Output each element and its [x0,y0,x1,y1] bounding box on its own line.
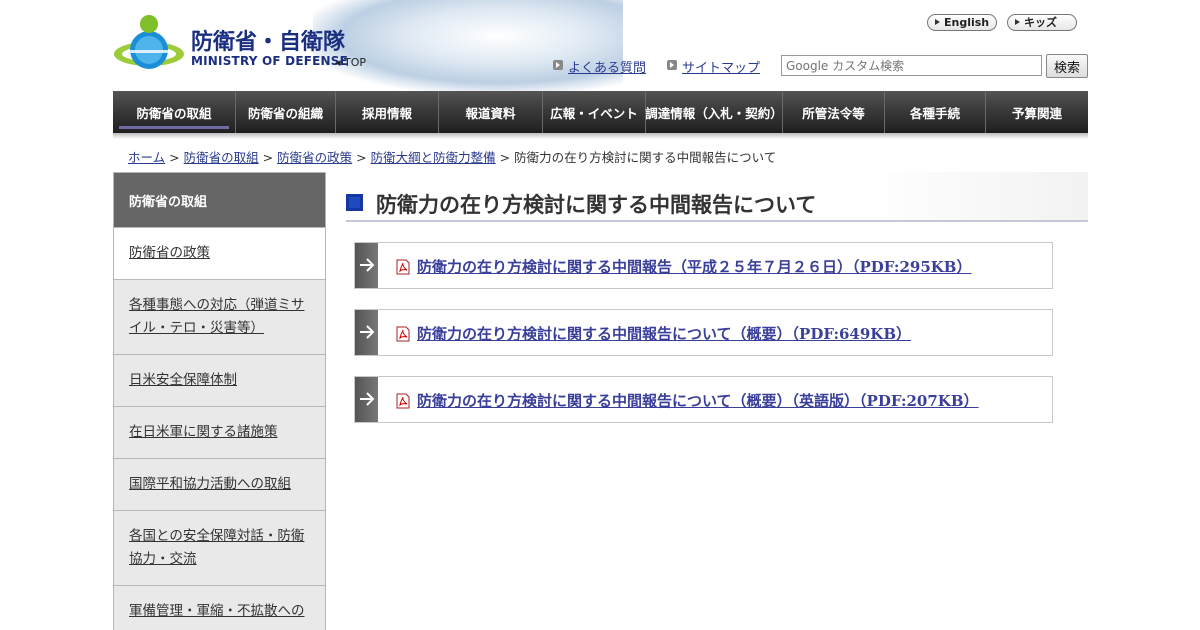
sidebar-item-policy[interactable]: 防衛省の政策 [114,227,325,279]
faq-link[interactable]: よくある質問 [553,57,646,76]
document-link[interactable]: 防衛力の在り方検討に関する中間報告について（概要）（PDF:649KB） [417,323,911,344]
sidebar: 防衛省の取組 防衛省の政策 各種事態への対応（弾道ミサイル・テロ・災害等） 日米… [113,172,326,630]
breadcrumb-policy[interactable]: 防衛省の政策 [277,150,352,165]
pdf-icon [396,326,410,342]
breadcrumb: ホーム > 防衛省の取組 > 防衛省の政策 > 防衛大綱と防衛力整備 > 防衛力の在り方検討に関… [128,147,776,166]
page: 防衛省・自衛隊 MINISTRY OF DEFENSE ◂ TOP Englis… [0,0,1200,630]
nav-item-recruitment[interactable]: 採用情報 [336,91,439,133]
document-link[interactable]: 防衛力の在り方検討に関する中間報告（平成２５年７月２６日）（PDF:295KB） [417,256,971,277]
page-title-bar: 防衛力の在り方検討に関する中間報告について [346,172,1088,222]
breadcrumb-initiatives[interactable]: 防衛省の取組 [184,150,259,165]
breadcrumb-current: 防衛力の在り方検討に関する中間報告について [514,150,777,165]
arrow-right-icon [360,258,375,272]
arrow-tab [355,377,378,422]
document-link[interactable]: 防衛力の在り方検討に関する中間報告について（概要）（英語版）（PDF:207KB… [417,390,979,411]
sidebar-item-usfj-measures[interactable]: 在日米軍に関する諸施策 [114,406,325,458]
sitemap-link[interactable]: サイトマップ [667,57,760,76]
nav-item-laws[interactable]: 所管法令等 [783,91,885,133]
search-input[interactable] [781,55,1042,76]
sidebar-heading[interactable]: 防衛省の取組 [114,173,325,227]
nav-shadow [113,133,1088,139]
breadcrumb-separator: > [499,150,511,165]
top-link[interactable]: ◂ TOP [335,56,366,69]
global-nav: 防衛省の取組 防衛省の組織 採用情報 報道資料 広報・イベント 調達情報（入札・… [113,91,1088,133]
triangle-left-icon: ◂ [335,56,341,69]
sidebar-item-security-dialogue[interactable]: 各国との安全保障対話・防衛協力・交流 [114,510,325,585]
document-link-box: 防衛力の在り方検討に関する中間報告について（概要）（PDF:649KB） [354,309,1053,356]
document-link-box: 防衛力の在り方検討に関する中間報告について（概要）（英語版）（PDF:207KB… [354,376,1053,423]
title-marker-icon [346,194,363,211]
breadcrumb-separator: > [356,150,367,165]
nav-item-budget[interactable]: 予算関連 [986,91,1088,133]
pdf-icon [396,393,410,409]
header-globe-background [313,0,623,91]
breadcrumb-separator: > [262,150,274,165]
site-header: 防衛省・自衛隊 MINISTRY OF DEFENSE ◂ TOP Englis… [113,0,1088,91]
page-title: 防衛力の在り方検討に関する中間報告について [376,193,817,217]
sidebar-item-us-japan-security[interactable]: 日米安全保障体制 [114,354,325,406]
top-link-label: TOP [344,56,367,69]
nav-item-organization[interactable]: 防衛省の組織 [236,91,336,133]
nav-item-initiatives[interactable]: 防衛省の取組 [113,91,236,133]
arrow-right-icon [360,325,375,339]
nav-item-procedures[interactable]: 各種手続 [885,91,986,133]
arrow-tab [355,243,378,288]
arrow-right-icon [360,392,375,406]
english-button[interactable]: English [927,14,997,31]
logo-japanese-text[interactable]: 防衛省・自衛隊 [191,24,345,56]
ministry-logo-icon[interactable] [113,10,191,78]
sidebar-item-peace-cooperation[interactable]: 国際平和協力活動への取組 [114,458,325,510]
breadcrumb-guidelines[interactable]: 防衛大綱と防衛力整備 [371,150,496,165]
sidebar-item-arms-control[interactable]: 軍備管理・軍縮・不拡散への [114,585,325,630]
pdf-icon [396,259,410,275]
kids-button[interactable]: キッズ [1007,14,1077,31]
nav-item-pr-events[interactable]: 広報・イベント [543,91,646,133]
search-button[interactable]: 検索 [1046,54,1088,78]
breadcrumb-separator: > [169,150,180,165]
breadcrumb-home[interactable]: ホーム [128,150,165,165]
arrow-tab [355,310,378,355]
document-link-box: 防衛力の在り方検討に関する中間報告（平成２５年７月２６日）（PDF:295KB） [354,242,1053,289]
sidebar-item-contingencies[interactable]: 各種事態への対応（弾道ミサイル・テロ・災害等） [114,279,325,354]
logo-english-text[interactable]: MINISTRY OF DEFENSE [191,54,348,68]
nav-item-procurement[interactable]: 調達情報（入札・契約） [645,91,783,133]
nav-item-press[interactable]: 報道資料 [439,91,543,133]
